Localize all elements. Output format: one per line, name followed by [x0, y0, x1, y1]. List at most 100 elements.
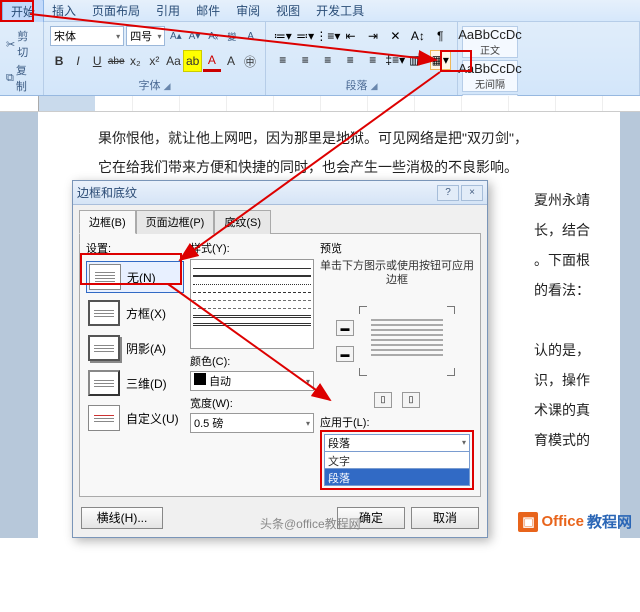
show-marks-button[interactable]: ¶ — [430, 26, 451, 46]
dialog-titlebar[interactable]: 边框和底纹 ? × — [73, 181, 487, 205]
change-case-button[interactable]: Aa — [164, 50, 182, 72]
bullets-button[interactable]: ≔▾ — [272, 26, 293, 46]
superscript-button[interactable]: x² — [145, 50, 163, 72]
distributed-button[interactable]: ≡ — [362, 50, 384, 70]
dialog-title: 边框和底纹 — [77, 184, 137, 201]
preview-canvas: ▬ ▬ — [320, 294, 474, 388]
highlight-button[interactable]: ab — [183, 50, 201, 72]
preview-label: 预览 — [320, 240, 474, 256]
char-border-button[interactable]: A — [242, 27, 259, 45]
align-center-button[interactable]: ≡ — [295, 50, 317, 70]
body-text: 育模式的 — [534, 426, 590, 455]
tab-border[interactable]: 边框(B) — [79, 210, 136, 234]
body-text: 长，结合 — [534, 216, 590, 245]
underline-button[interactable]: U — [88, 50, 106, 72]
ruler[interactable] — [0, 96, 640, 112]
paragraph-group: ≔▾ ≕▾ ⋮≡▾ ⇤ ⇥ ✕ A↕ ¶ ≡ ≡ ≡ ≡ ≡ ‡≡▾ ▥▾ ▦▾… — [266, 22, 458, 95]
font-name-select[interactable]: 宋体▾ — [50, 26, 124, 46]
font-size-select[interactable]: 四号▾ — [126, 26, 165, 46]
multilevel-button[interactable]: ⋮≡▾ — [317, 26, 339, 46]
border-right-button[interactable]: ▯ — [402, 392, 420, 408]
border-top-button[interactable]: ▬ — [336, 320, 354, 336]
subscript-button[interactable]: x₂ — [126, 50, 144, 72]
body-text: 它在给我们带来方便和快捷的同时，也会产生一些消极的不良影响。 — [98, 153, 590, 182]
grow-font-button[interactable]: A▴ — [167, 27, 184, 45]
horizontal-line-button[interactable]: 横线(H)... — [81, 507, 163, 529]
dialog-launcher-icon[interactable]: ◢ — [164, 81, 171, 91]
body-text: 识，操作 — [534, 366, 590, 395]
clear-format-button[interactable]: Aₓ — [205, 27, 222, 45]
border-button[interactable]: ▦▾ — [430, 50, 452, 70]
apply-option-text[interactable]: 文字 — [324, 452, 470, 469]
menu-references[interactable]: 引用 — [148, 0, 188, 22]
settings-label: 设置: — [86, 240, 184, 256]
bold-button[interactable]: B — [50, 50, 68, 72]
menu-layout[interactable]: 页面布局 — [84, 0, 148, 22]
body-text: 夏州永靖 — [534, 186, 590, 215]
help-button[interactable]: ? — [437, 185, 459, 201]
apply-option-paragraph[interactable]: 段落 — [324, 469, 470, 486]
sort-button[interactable]: A↕ — [407, 26, 428, 46]
menu-view[interactable]: 视图 — [268, 0, 308, 22]
line-spacing-button[interactable]: ‡≡▾ — [385, 50, 407, 70]
body-text: 。下面根 — [534, 246, 590, 275]
increase-indent-button[interactable]: ⇥ — [362, 26, 383, 46]
tab-page-border[interactable]: 页面边框(P) — [136, 210, 215, 234]
numbering-button[interactable]: ≕▾ — [294, 26, 315, 46]
color-select[interactable]: 自动▾ — [190, 371, 314, 391]
style-listbox[interactable] — [190, 259, 314, 349]
scissors-icon: ✂ — [6, 38, 15, 51]
setting-shadow[interactable]: 阴影(A) — [86, 333, 184, 363]
justify-button[interactable]: ≡ — [340, 50, 362, 70]
dialog-launcher-icon[interactable]: ◢ — [371, 81, 378, 91]
menu-mail[interactable]: 邮件 — [188, 0, 228, 22]
chevron-down-icon: ▾ — [306, 419, 310, 428]
preview-hint: 单击下方图示或使用按钮可应用边框 — [320, 259, 474, 288]
chevron-down-icon: ▾ — [157, 32, 161, 41]
cancel-button[interactable]: 取消 — [411, 507, 479, 529]
align-right-button[interactable]: ≡ — [317, 50, 339, 70]
menu-review[interactable]: 审阅 — [228, 0, 268, 22]
ribbon: ✂剪切 ⧉复制 ✎格式刷 贴板 宋体▾ 四号▾ A▴ A▾ Aₓ 變 A B I… — [0, 22, 640, 96]
body-text: 的看法： — [534, 276, 590, 305]
setting-custom[interactable]: 自定义(U) — [86, 403, 184, 433]
decrease-indent-button[interactable]: ⇤ — [340, 26, 361, 46]
menu-bar: 开始 插入 页面布局 引用 邮件 审阅 视图 开发工具 — [0, 0, 640, 22]
footer-credit: 头条@office教程网 — [260, 515, 361, 532]
border-left-button[interactable]: ▯ — [374, 392, 392, 408]
color-label: 颜色(C): — [190, 353, 314, 369]
border-bottom-button[interactable]: ▬ — [336, 346, 354, 362]
italic-button[interactable]: I — [69, 50, 87, 72]
shading-button[interactable]: ▥▾ — [407, 50, 429, 70]
borders-shading-dialog: 边框和底纹 ? × 边框(B) 页面边框(P) 底纹(S) 设置: 无(N) 方… — [72, 180, 488, 538]
menu-developer[interactable]: 开发工具 — [308, 0, 372, 22]
width-label: 宽度(W): — [190, 395, 314, 411]
menu-home[interactable]: 开始 — [2, 0, 44, 23]
watermark: ▣ Office教程网 — [518, 511, 632, 532]
tab-shading[interactable]: 底纹(S) — [214, 210, 271, 234]
setting-box[interactable]: 方框(X) — [86, 298, 184, 328]
style-nospacing[interactable]: AaBbCcDc无间隔 — [462, 60, 518, 92]
menu-insert[interactable]: 插入 — [44, 0, 84, 22]
text-direction-button[interactable]: ✕ — [385, 26, 406, 46]
cut-button[interactable]: ✂剪切 — [6, 28, 37, 60]
body-text: 果你恨他，就让他上网吧，因为那里是地狱。可见网络是把"双刃剑"， — [98, 124, 590, 153]
char-shading-button[interactable]: A — [222, 50, 240, 72]
setting-3d[interactable]: 三维(D) — [86, 368, 184, 398]
copy-button[interactable]: ⧉复制 — [6, 62, 37, 94]
close-button[interactable]: × — [461, 185, 483, 201]
enclose-char-button[interactable]: ㊥ — [241, 50, 259, 72]
setting-none[interactable]: 无(N) — [86, 261, 184, 293]
strike-button[interactable]: abe — [107, 50, 125, 72]
font-group: 宋体▾ 四号▾ A▴ A▾ Aₓ 變 A B I U abe x₂ x² Aa … — [44, 22, 266, 95]
shrink-font-button[interactable]: A▾ — [186, 27, 203, 45]
apply-to-label: 应用于(L): — [320, 414, 474, 430]
font-color-button[interactable]: A — [203, 50, 221, 72]
style-label: 样式(Y): — [190, 240, 314, 256]
style-normal[interactable]: AaBbCcDc正文 — [462, 26, 518, 58]
phonetic-guide-button[interactable]: 變 — [224, 27, 241, 45]
width-select[interactable]: 0.5 磅▾ — [190, 413, 314, 433]
align-left-button[interactable]: ≡ — [272, 50, 294, 70]
office-logo-icon: ▣ — [518, 512, 538, 532]
apply-to-select[interactable]: 段落▾ — [324, 434, 470, 452]
